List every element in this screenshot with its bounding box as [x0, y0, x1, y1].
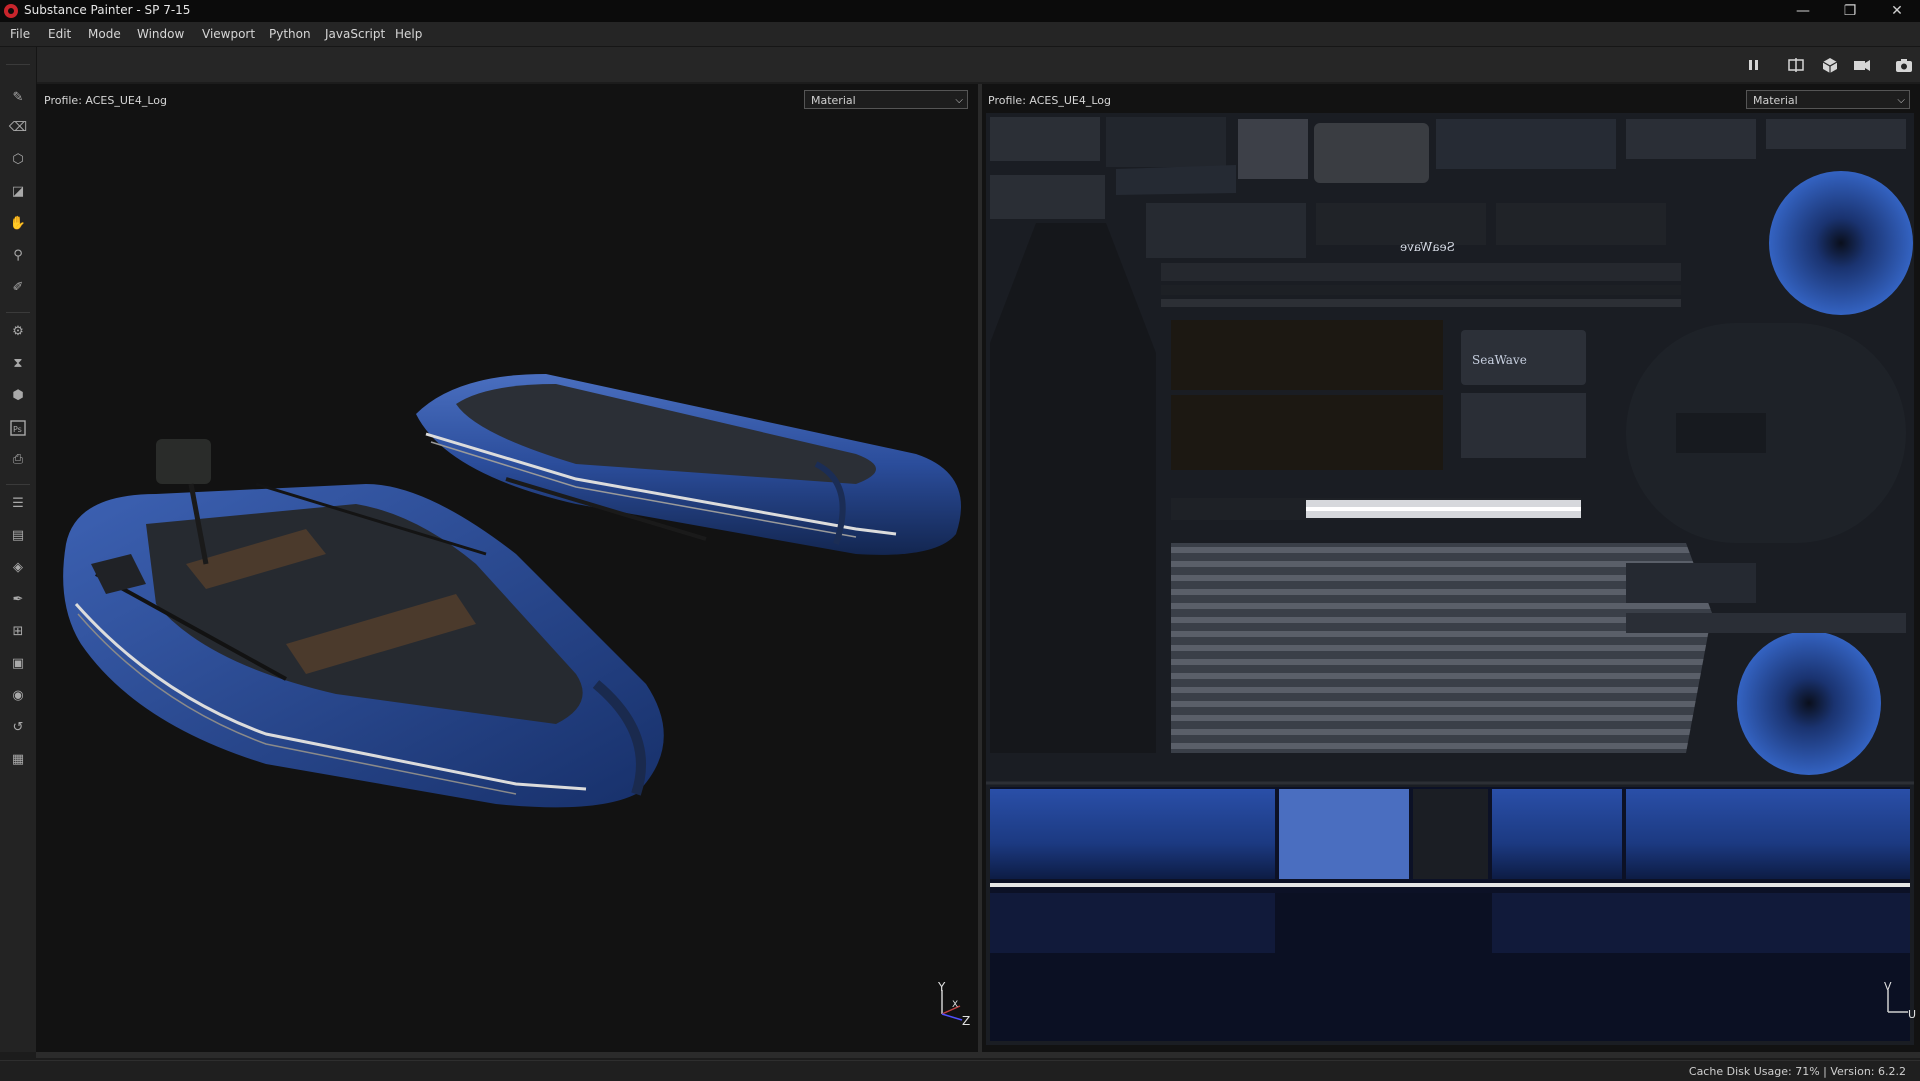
camera-icon[interactable]: [1852, 55, 1872, 75]
viewport-2d-mode-value: Material: [1753, 94, 1798, 107]
sidebar-divider: [6, 484, 30, 485]
grid-icon[interactable]: ⊞: [8, 622, 28, 642]
axis-z-label: Z: [962, 1014, 971, 1028]
projection-icon[interactable]: ⬡: [8, 150, 28, 170]
hourglass-icon[interactable]: ⧗: [8, 354, 28, 374]
axis-y-label: Y: [938, 980, 946, 994]
polygon-fill-icon[interactable]: ◪: [8, 182, 28, 202]
window-title: Substance Painter - SP 7-15: [24, 3, 191, 17]
clone-icon[interactable]: ⚲: [8, 246, 28, 266]
viewport-3d-mode-value: Material: [811, 94, 856, 107]
axis-u-label: U: [1908, 1008, 1917, 1021]
boat-render: [63, 374, 961, 808]
layers-list-icon[interactable]: ☰: [8, 494, 28, 514]
menu-help[interactable]: Help: [395, 27, 422, 41]
restore-button[interactable]: ❐: [1827, 0, 1873, 22]
viewport-2d-mode-dropdown[interactable]: Material ⌵: [1746, 90, 1910, 109]
uv-texture-map: SeaWave SeaWave: [986, 113, 1914, 1045]
brush-icon[interactable]: ✎: [8, 88, 28, 108]
chevron-down-icon: ⌵: [955, 95, 963, 106]
sidebar-divider: [6, 312, 30, 313]
texture-set-icon[interactable]: ▤: [8, 526, 28, 546]
menu-javascript[interactable]: JavaScript: [325, 27, 385, 41]
gear-icon[interactable]: ⚙: [8, 322, 28, 342]
app-logo: [4, 4, 18, 18]
cache-status: Cache Disk Usage: 71% | Version: 6.2.2: [1688, 1065, 1906, 1078]
menu-viewport[interactable]: Viewport: [202, 27, 255, 41]
viewport-3d-profile: Profile: ACES_UE4_Log: [44, 94, 167, 107]
shader-icon[interactable]: ◉: [8, 686, 28, 706]
menu-mode[interactable]: Mode: [88, 27, 121, 41]
menu-bar: File Edit Mode Window Viewport Python Ja…: [0, 22, 1920, 47]
close-button[interactable]: ✕: [1874, 0, 1920, 22]
seawave-logo: SeaWave: [1472, 353, 1527, 367]
viewport-2d-profile: Profile: ACES_UE4_Log: [988, 94, 1111, 107]
axis-x-label: X: [952, 1000, 959, 1010]
viewport-3d[interactable]: Profile: ACES_UE4_Log Material ⌵ Y X Z: [36, 84, 978, 1052]
viewport-3d-mode-dropdown[interactable]: Material ⌵: [804, 90, 968, 109]
menu-edit[interactable]: Edit: [48, 27, 71, 41]
sidebar-divider: [6, 64, 30, 65]
export-icon[interactable]: ⎙: [8, 450, 28, 470]
eraser-icon[interactable]: ⌫: [8, 118, 28, 138]
brush-settings-icon[interactable]: ✒: [8, 590, 28, 610]
bake-icon[interactable]: ⬢: [8, 386, 28, 406]
smudge-icon[interactable]: ✋: [8, 214, 28, 234]
title-bar: [0, 0, 1920, 22]
color-picker-icon[interactable]: ✐: [8, 278, 28, 298]
split-view-icon[interactable]: [1786, 55, 1806, 75]
layers-icon[interactable]: ◈: [8, 558, 28, 578]
display-icon[interactable]: ▣: [8, 654, 28, 674]
history-icon[interactable]: ↺: [8, 718, 28, 738]
screenshot-icon[interactable]: [1894, 55, 1914, 75]
svg-text:Ps: Ps: [13, 425, 22, 434]
cube-icon[interactable]: [1820, 55, 1840, 75]
minimize-button[interactable]: —: [1780, 0, 1826, 22]
status-bar: [0, 1060, 1920, 1081]
viewport-toolbar: [36, 47, 1920, 82]
boat-back: [416, 374, 961, 555]
photoshop-icon[interactable]: Ps: [8, 418, 28, 438]
pause-icon[interactable]: [1744, 55, 1764, 75]
chevron-down-icon: ⌵: [1897, 95, 1905, 106]
seawave-logo-mirrored: SeaWave: [1400, 240, 1455, 254]
menu-python[interactable]: Python: [269, 27, 311, 41]
menu-window[interactable]: Window: [137, 27, 184, 41]
log-icon[interactable]: ▦: [8, 750, 28, 770]
viewport-bottom-bar: [36, 1052, 1920, 1058]
axis-v-label: V: [1884, 980, 1892, 993]
menu-file[interactable]: File: [10, 27, 30, 41]
